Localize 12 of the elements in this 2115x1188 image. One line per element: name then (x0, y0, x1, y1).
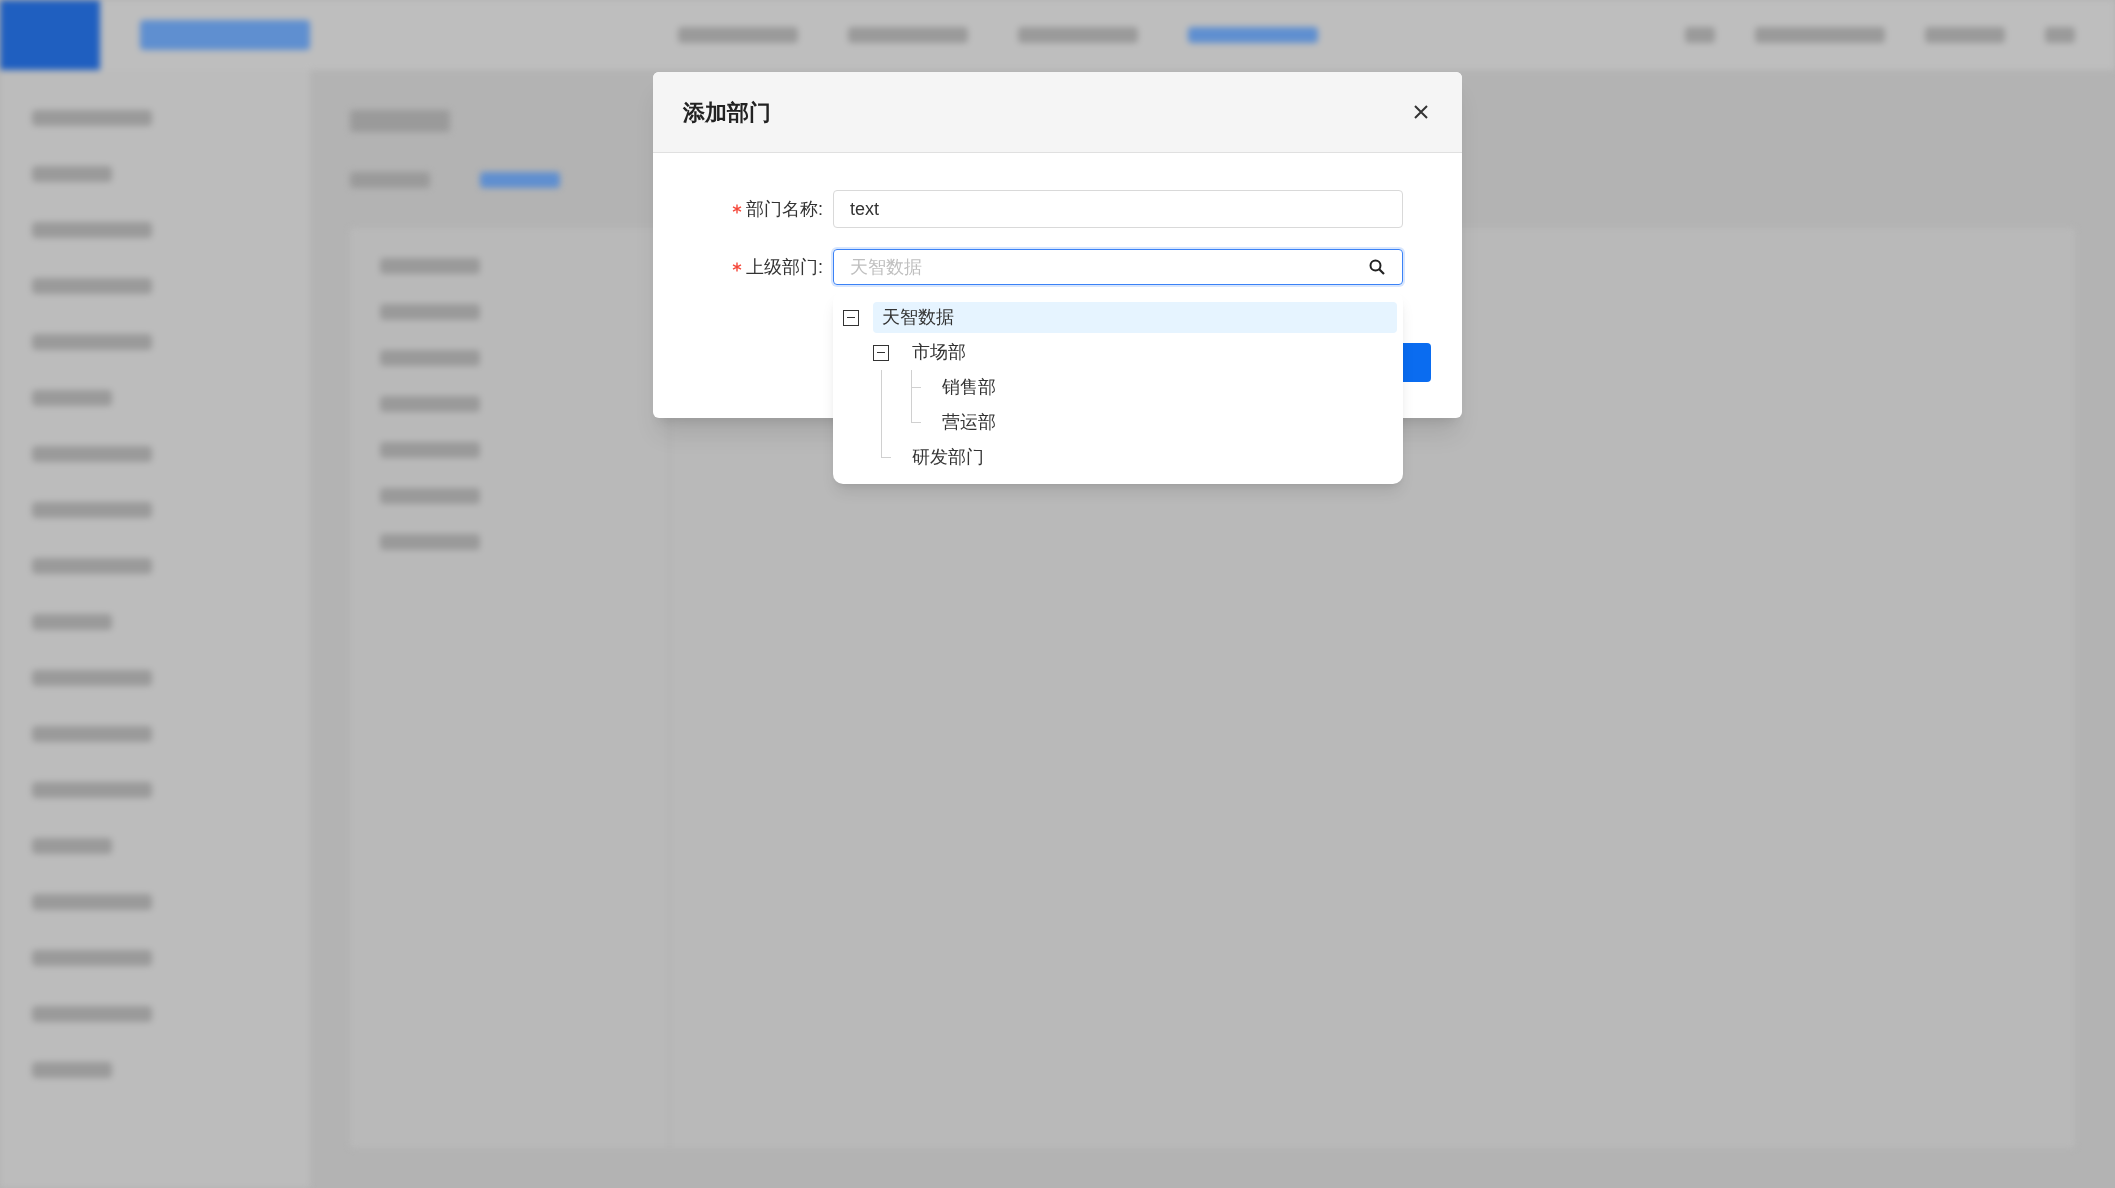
tree-node[interactable]: 市场部 (912, 339, 966, 366)
field-label: 部门名称: (746, 197, 823, 221)
input-field[interactable]: text (833, 190, 1403, 228)
collapse-icon[interactable] (873, 344, 889, 361)
tree-node[interactable]: 研发部门 (912, 444, 984, 471)
dialog-title: 添加部门 (683, 98, 771, 127)
field-label: 上级部门: (746, 255, 823, 279)
tree-node[interactable]: 营运部 (942, 409, 996, 436)
collapse-icon[interactable] (843, 309, 859, 326)
tree-node[interactable]: 销售部 (942, 374, 996, 401)
search-icon (1368, 258, 1386, 276)
tree-node[interactable]: 天智数据 (882, 304, 954, 331)
